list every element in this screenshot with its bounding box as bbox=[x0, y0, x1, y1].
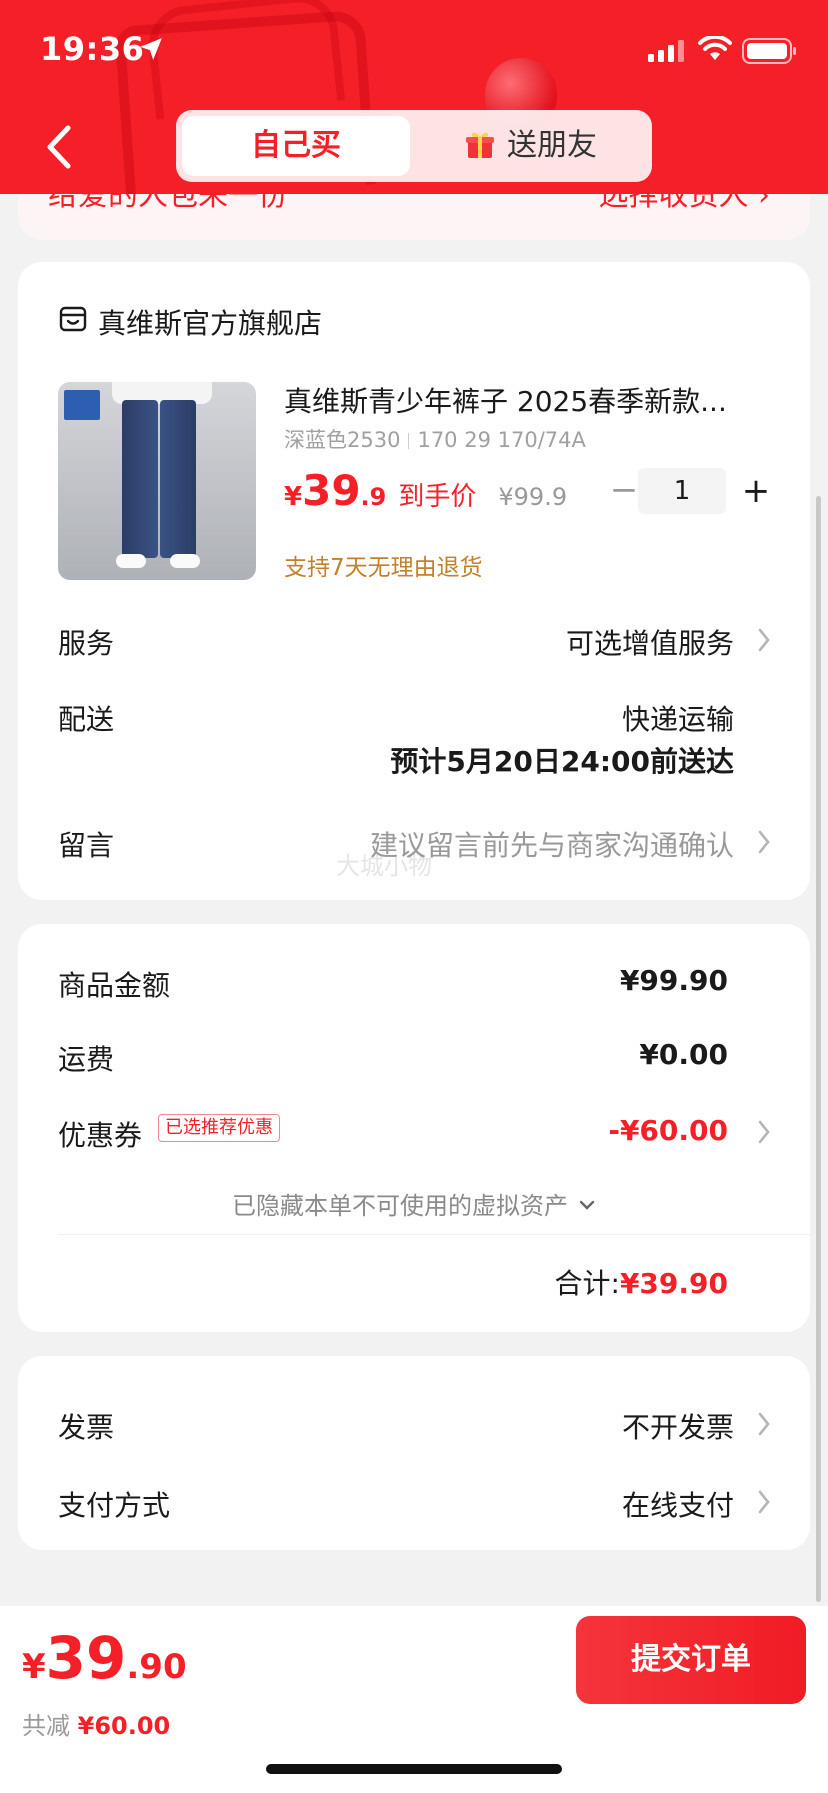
chevron-down-icon bbox=[579, 1200, 595, 1210]
order-total: 合计:¥39.90 bbox=[555, 1262, 729, 1302]
tab-buy-for-self[interactable]: 自己买 bbox=[182, 116, 410, 176]
location-arrow-icon bbox=[140, 38, 162, 60]
discount-summary: 共减 ¥60.00 bbox=[22, 1706, 170, 1741]
goods-amount-value: ¥99.90 bbox=[619, 964, 728, 997]
price-row: ¥39.9 到手价 ¥99.9 bbox=[284, 466, 567, 516]
thumbnail-shoe bbox=[116, 554, 146, 568]
service-value[interactable]: 可选增值服务 bbox=[566, 622, 734, 662]
shipping-fee-label: 运费 bbox=[58, 1043, 115, 1076]
coupon-label: 优惠券 bbox=[58, 1119, 143, 1152]
gift-icon bbox=[466, 132, 494, 158]
battery-icon bbox=[742, 38, 796, 64]
price-integer: 39 bbox=[302, 466, 361, 515]
payment-card: 发票 不开发票 支付方式 在线支付 bbox=[18, 1356, 810, 1550]
submit-order-button[interactable]: 提交订单 bbox=[576, 1616, 806, 1704]
shop-icon bbox=[59, 306, 87, 332]
hidden-assets-text: 已隐藏本单不可使用的虚拟资产 bbox=[232, 1192, 568, 1220]
status-time: 19:36 bbox=[40, 30, 145, 68]
thumbnail-jeans bbox=[122, 400, 158, 558]
thumbnail-jeans bbox=[160, 400, 196, 558]
brand-logo bbox=[64, 390, 100, 420]
status-bar: 19:36 bbox=[0, 0, 828, 100]
payment-method-label: 支付方式 bbox=[58, 1489, 171, 1522]
shipping-fee-value: ¥0.00 bbox=[639, 1038, 728, 1071]
back-arrow-icon[interactable] bbox=[40, 122, 80, 172]
product-title[interactable]: 真维斯青少年裤子 2025春季新款... bbox=[284, 380, 764, 420]
tab-send-to-friend-label: 送朋友 bbox=[507, 128, 597, 163]
product-spec[interactable]: 深蓝色2530 170 29 170/74A bbox=[284, 424, 586, 454]
chevron-right-icon[interactable] bbox=[756, 1410, 772, 1438]
original-price: ¥99.9 bbox=[498, 483, 568, 511]
checkout-currency: ¥ bbox=[22, 1647, 46, 1687]
price-decimal: .9 bbox=[360, 483, 387, 511]
delivery-label: 配送 bbox=[58, 703, 115, 736]
chevron-right-icon[interactable] bbox=[756, 1118, 772, 1146]
thumbnail-shoe bbox=[170, 554, 200, 568]
invoice-value[interactable]: 不开发票 bbox=[622, 1406, 734, 1446]
discount-value: ¥60.00 bbox=[77, 1712, 171, 1740]
checkout-total-integer: 39 bbox=[45, 1624, 127, 1692]
cellular-signal-icon bbox=[648, 40, 684, 62]
chevron-right-icon[interactable] bbox=[756, 626, 772, 654]
quantity-increase-button[interactable]: + bbox=[736, 468, 776, 514]
message-label: 留言 bbox=[58, 829, 115, 862]
scrollbar[interactable] bbox=[816, 496, 821, 1602]
hidden-assets-toggle[interactable]: 已隐藏本单不可使用的虚拟资产 bbox=[18, 1186, 810, 1221]
tab-send-to-friend[interactable]: 送朋友 bbox=[416, 116, 646, 176]
chevron-right-icon[interactable] bbox=[756, 828, 772, 856]
wifi-icon bbox=[698, 36, 732, 60]
delivery-eta: 预计5月20日24:00前送达 bbox=[390, 745, 734, 778]
service-label: 服务 bbox=[58, 627, 115, 660]
spec-color: 深蓝色2530 bbox=[284, 428, 401, 452]
total-value: ¥39.90 bbox=[619, 1267, 728, 1300]
checkout-bar: ¥39.90 共减 ¥60.00 提交订单 bbox=[0, 1606, 828, 1793]
payment-method-value[interactable]: 在线支付 bbox=[622, 1484, 734, 1524]
checkout-total: ¥39.90 bbox=[22, 1624, 187, 1692]
home-indicator bbox=[266, 1764, 562, 1774]
purchase-mode-switch: 自己买 送朋友 bbox=[176, 110, 652, 182]
checkout-total-decimal: .90 bbox=[126, 1647, 187, 1687]
final-price-label: 到手价 bbox=[398, 482, 477, 512]
watermark: 大城小物 bbox=[336, 852, 432, 880]
product-thumbnail[interactable] bbox=[58, 382, 256, 580]
invoice-label: 发票 bbox=[58, 1411, 115, 1444]
goods-amount-label: 商品金额 bbox=[58, 969, 171, 1002]
total-label: 合计: bbox=[554, 1267, 620, 1300]
return-policy-note: 支持7天无理由退货 bbox=[284, 555, 483, 581]
price-summary-card: 商品金额 ¥99.90 运费 ¥0.00 优惠券 已选推荐优惠 -¥60.00 … bbox=[18, 924, 810, 1332]
shop-name[interactable]: 真维斯官方旗舰店 bbox=[98, 302, 322, 342]
order-item-card: 真维斯官方旗舰店 真维斯青少年裤子 2025春季新款... 深蓝色2530 170… bbox=[18, 262, 810, 900]
spec-size: 170 29 170/74A bbox=[417, 428, 586, 452]
chevron-right-icon[interactable] bbox=[756, 1488, 772, 1516]
quantity-field[interactable]: 1 bbox=[638, 468, 726, 514]
coupon-recommended-tag: 已选推荐优惠 bbox=[158, 1114, 280, 1142]
delivery-method: 快递运输 bbox=[621, 703, 734, 736]
spec-divider bbox=[408, 433, 410, 449]
price-currency: ¥ bbox=[284, 482, 303, 512]
header-overlay: 19:36 自己买 送朋友 bbox=[0, 0, 828, 194]
divider bbox=[58, 1234, 810, 1235]
discount-label: 共减 bbox=[22, 1712, 70, 1740]
coupon-value[interactable]: -¥60.00 bbox=[608, 1114, 728, 1147]
